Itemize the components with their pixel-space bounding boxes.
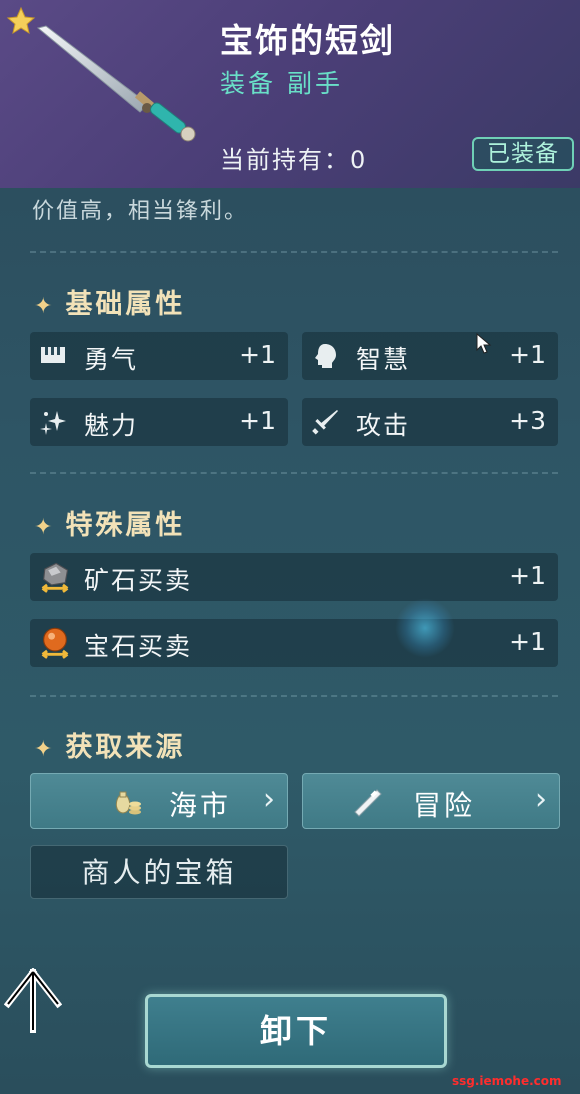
stat-label: 攻击 [356,411,411,440]
chevron-right-icon: › [263,782,275,817]
sparkle-icon: ✦ [34,294,56,319]
money-bag-icon [115,791,141,815]
stat-value: +1 [509,561,546,590]
sword-icon [312,410,338,435]
unequip-button[interactable]: 卸下 [145,994,447,1068]
equipped-badge: 已装备 [472,137,574,171]
sparkle-icon: ✦ [34,737,56,762]
gem-trade-icon [41,627,69,659]
stat-label: 勇气 [84,345,139,374]
stat-label: 智慧 [356,345,411,374]
item-name: 宝饰的短剑 [220,21,395,60]
source-title: ✦ 获取来源 [34,732,186,763]
stat-courage: 勇气 +1 [30,332,288,380]
stat-gem-trade: 宝石买卖 +1 [30,619,558,667]
source-label: 海市 [169,789,232,822]
telescope-icon [354,789,382,817]
stat-wisdom: 智慧 +1 [302,332,558,380]
special-attributes-title: ✦ 特殊属性 [34,510,186,541]
stat-label: 宝石买卖 [84,632,193,661]
holding-count: 当前持有：0 [220,146,368,174]
charm-sparkle-icon [40,411,66,435]
item-description: 价值高，相当锋利。 [32,199,249,224]
stat-attack: 攻击 +3 [302,398,558,446]
wisdom-head-icon [315,344,336,368]
stat-value: +1 [509,340,546,369]
item-type: 装备 副手 [220,69,343,98]
divider [30,472,558,474]
divider [30,251,558,253]
source-sea-market-button[interactable]: 海市 › [30,773,288,829]
stat-value: +3 [509,406,546,435]
stat-ore-trade: 矿石买卖 +1 [30,553,558,601]
sparkle-icon: ✦ [34,515,56,540]
cursor-glow [395,598,455,658]
merchant-chest-source[interactable]: 商人的宝箱 [30,845,288,899]
source-adventure-button[interactable]: 冒险 › [302,773,560,829]
item-header: 宝饰的短剑 装备 副手 当前持有：0 已装备 [0,0,580,188]
watermark: ssg.iemohe.com [452,1074,562,1088]
stat-label: 矿石买卖 [84,566,193,595]
chevron-right-icon: › [535,782,547,817]
stat-label: 魅力 [84,411,139,440]
stat-value: +1 [239,340,276,369]
mouse-cursor-icon [476,333,492,354]
divider [30,695,558,697]
stat-charm: 魅力 +1 [30,398,288,446]
stat-value: +1 [509,627,546,656]
stat-value: +1 [239,406,276,435]
base-attributes-title: ✦ 基础属性 [34,289,186,320]
scroll-up-arrow-icon[interactable] [4,968,62,1034]
courage-icon [41,347,65,363]
source-label: 冒险 [413,789,476,822]
jeweled-dagger-icon [36,25,196,142]
ore-trade-icon [41,562,69,593]
